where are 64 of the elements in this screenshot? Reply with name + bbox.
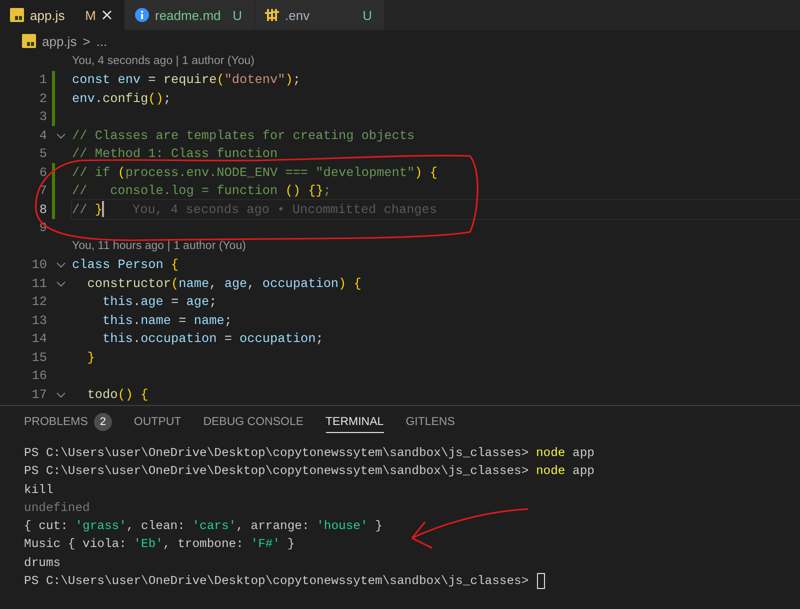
editor-tab[interactable]: app.js M [0, 0, 125, 30]
code-line: // Method 1: Class function [72, 146, 278, 162]
line-number: 4 [38, 128, 47, 143]
code-line: } [86, 350, 95, 365]
line-number: 14 [30, 331, 47, 346]
line-number: 8 [38, 202, 47, 217]
terminal-line: kill [24, 482, 54, 499]
line-number: 16 [30, 368, 47, 384]
line-number: 13 [30, 312, 47, 328]
code-line: constructor(name, age, occupation) { [86, 276, 362, 291]
code-line: // if (process.env.NODE_ENV === "development") { [72, 164, 438, 180]
line-number: 6 [38, 164, 47, 180]
editor-tab[interactable]: readme.md U [125, 0, 255, 30]
editor-tab[interactable]: .env U [255, 0, 385, 30]
chevron-down-icon[interactable] [56, 132, 66, 139]
line-number: 1 [38, 72, 47, 88]
blame-annotation[interactable]: You, 11 hours ago | 1 author (You) [0, 237, 800, 256]
terminal-line: { cut: 'grass', clean: 'cars', arrange: 'house' } [24, 518, 382, 536]
line-number: 11 [30, 276, 47, 291]
line-number: 3 [38, 109, 47, 124]
terminal-line: PS C:\Users\user\OneDrive\Desktop\copytonewssytem\sandbox\js_classes> node app [24, 445, 594, 462]
code-line: // console.log = function () {}; [72, 183, 331, 198]
code-line: class Person { [72, 257, 179, 272]
terminal-line: Music { viola: 'Eb', trombone: 'F#' } [24, 536, 295, 554]
code-line: this.name = name; [101, 312, 232, 328]
sliders-icon [265, 8, 279, 22]
info-icon [135, 8, 149, 22]
line-number: 5 [38, 146, 47, 162]
line-number: 12 [30, 294, 47, 310]
breadcrumb-item[interactable]: app.js [42, 34, 77, 48]
breadcrumb-separator: > [82, 34, 90, 48]
close-icon [102, 10, 112, 20]
panel-tab[interactable]: OUTPUT [134, 411, 182, 433]
line-number: 2 [38, 90, 47, 106]
inline-blame-text: You, 4 seconds ago • Uncommitted changes [132, 202, 438, 217]
count-badge: 2 [94, 412, 112, 430]
code-line: // } [72, 202, 102, 217]
terminal-line: undefined [24, 500, 90, 517]
code-line: env.config(); [72, 90, 172, 106]
blame-annotation[interactable]: You, 4 seconds ago | 1 author (You) [0, 52, 800, 70]
js-file-icon [10, 8, 24, 22]
line-number: 17 [30, 386, 47, 402]
code-line: this.age = age; [101, 294, 217, 310]
code-line: this.occupation = occupation; [101, 331, 324, 346]
terminal-line: PS C:\Users\user\OneDrive\Desktop\copytonewssytem\sandbox\js_classes> [24, 573, 529, 590]
chevron-down-icon[interactable] [56, 392, 66, 398]
line-number: 15 [30, 350, 47, 365]
code-line: // Classes are templates for creating objects [72, 128, 415, 143]
terminal-line: drums [24, 554, 61, 572]
terminal-line: PS C:\Users\user\OneDrive\Desktop\copytonewssytem\sandbox\js_classes> node app [24, 463, 594, 480]
code-line: const env = require("dotenv"); [72, 72, 300, 88]
chevron-down-icon[interactable] [56, 262, 66, 268]
panel-tab[interactable]: GITLENS [406, 411, 455, 433]
line-number: 10 [30, 257, 47, 272]
git-status-label: U [232, 8, 242, 22]
git-status-label: U [362, 8, 372, 22]
code-line: todo() { [86, 386, 148, 402]
panel-tab[interactable]: TERMINAL [326, 411, 384, 433]
breadcrumb-item[interactable]: ... [96, 34, 108, 48]
git-status-label: M [85, 8, 96, 22]
chevron-down-icon[interactable] [56, 280, 66, 287]
panel-tab[interactable]: DEBUG CONSOLE [203, 411, 304, 433]
panel-tab[interactable]: PROBLEMS 2 [24, 411, 112, 433]
js-file-icon [22, 34, 36, 48]
